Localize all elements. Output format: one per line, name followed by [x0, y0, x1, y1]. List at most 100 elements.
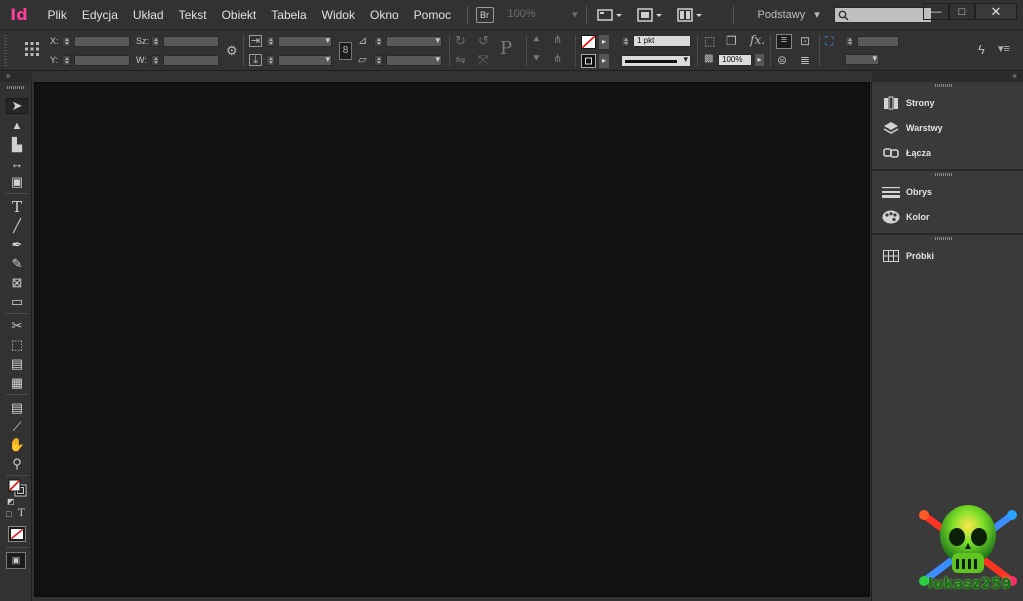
stroke-type-select[interactable]: ▾ [621, 54, 691, 67]
document-canvas[interactable] [34, 82, 870, 597]
menu-pomoc[interactable]: Pomoc [406, 0, 458, 30]
x-stepper[interactable] [62, 36, 71, 47]
free-transform-tool[interactable]: ⬚ [6, 337, 28, 353]
pen-tool[interactable]: ✒ [6, 237, 28, 253]
scissors-tool[interactable]: ✂ [6, 318, 28, 334]
shadow-icon[interactable]: ❐ [726, 35, 737, 47]
select-container-icon[interactable]: ⯅ [532, 35, 541, 46]
select-previous-icon[interactable]: ⋔ [553, 35, 562, 46]
panel-group-grip[interactable] [935, 173, 953, 176]
shear-select[interactable] [386, 54, 442, 66]
corner-size-field[interactable] [857, 36, 899, 47]
corner-shape-select[interactable] [845, 53, 879, 65]
menu-okno[interactable]: Okno [362, 0, 406, 30]
panel-menu-icon[interactable]: ▾≡ [998, 44, 1010, 55]
rotate-stepper[interactable] [374, 36, 383, 47]
rectangle-frame-tool[interactable]: ⊠ [6, 275, 28, 291]
reference-point-icon[interactable] [24, 41, 40, 57]
fill-menu-button[interactable]: ▸ [599, 35, 609, 49]
y-field[interactable] [74, 55, 130, 66]
direct-selection-tool[interactable]: ▲ [6, 118, 28, 134]
link-icon[interactable]: 8 [339, 42, 352, 60]
formatting-affects-container-icon[interactable]: □ [6, 509, 11, 519]
close-button[interactable]: ✕ [975, 3, 1017, 20]
menu-edycja[interactable]: Edycja [74, 0, 125, 30]
rotate-select[interactable] [386, 35, 442, 47]
panel-group-grip[interactable] [935, 84, 953, 87]
rotate-ccw-icon[interactable]: ↺ [478, 34, 489, 47]
workspace-switcher[interactable]: Podstawy ▾ [758, 8, 820, 21]
flip-vertical-icon[interactable]: ⤧ [478, 53, 488, 66]
shear-stepper[interactable] [374, 55, 383, 66]
stroke-weight-stepper[interactable] [621, 36, 630, 47]
y-stepper[interactable] [62, 55, 71, 66]
menu-widok[interactable]: Widok [314, 0, 362, 30]
menu-obiekt[interactable]: Obiekt [214, 0, 264, 30]
scale-x-stepper[interactable] [266, 36, 275, 47]
page-tool[interactable]: ▙ [6, 137, 28, 153]
rectangle-tool[interactable]: ▭ [6, 294, 28, 310]
height-stepper[interactable] [151, 55, 160, 66]
text-wrap-shape-icon[interactable]: ⊜ [777, 54, 787, 66]
hand-tool[interactable]: ✋ [6, 437, 28, 453]
text-wrap-box-icon[interactable]: ⊡ [800, 35, 810, 47]
opacity-field[interactable]: 100% [718, 54, 752, 66]
menu-tabela[interactable]: Tabela [264, 0, 314, 30]
opacity-menu-button[interactable]: ▸ [755, 54, 764, 66]
selection-tool[interactable]: ➤ [6, 98, 28, 114]
menu-tekst[interactable]: Tekst [171, 0, 214, 30]
menu-uklad[interactable]: Układ [125, 0, 171, 30]
panel-probki[interactable]: Próbki [872, 243, 1023, 268]
x-field[interactable] [74, 36, 130, 47]
bridge-button[interactable]: Br [475, 6, 494, 23]
quick-apply-icon[interactable]: ϟ [978, 43, 985, 56]
note-tool[interactable]: ▤ [6, 400, 28, 416]
gradient-swatch-tool[interactable]: ▤ [6, 356, 28, 372]
select-next-icon[interactable]: ⋔ [553, 54, 562, 65]
eyedropper-tool[interactable]: ⟋ [6, 419, 28, 435]
rotate-cw-icon[interactable]: ↻ [455, 34, 466, 47]
select-content-icon[interactable]: ⯆ [532, 54, 541, 65]
type-tool[interactable]: T [6, 198, 28, 216]
stroke-menu-button[interactable]: ▸ [599, 54, 609, 68]
fx-icon[interactable]: fx. [750, 34, 765, 46]
frame-fitting-icon[interactable]: ⛶ [825, 35, 833, 47]
stroke-color-icon[interactable] [581, 54, 596, 68]
panel-lacza[interactable]: Łącza [872, 140, 1023, 165]
panels-collapse-strip[interactable]: « [872, 71, 1023, 82]
flip-horizontal-icon[interactable]: ⇋ [455, 53, 466, 66]
pencil-tool[interactable]: ✎ [6, 256, 28, 272]
scale-y-stepper[interactable] [266, 55, 275, 66]
text-wrap-none-icon[interactable]: ≡ [776, 34, 792, 49]
zoom-tool[interactable]: ⚲ [6, 456, 28, 472]
default-colors-icon[interactable]: ◩ [7, 497, 15, 506]
view-options-button[interactable] [595, 4, 625, 26]
tools-grip[interactable] [6, 86, 25, 89]
gradient-feather-tool[interactable]: ▦ [6, 375, 28, 391]
scale-y-select[interactable] [278, 54, 332, 66]
search-input[interactable] [833, 6, 932, 23]
maximize-button[interactable]: □ [949, 3, 975, 20]
minimize-button[interactable]: — [923, 3, 949, 20]
stroke-weight-field[interactable]: 1 pkt [633, 35, 691, 47]
width-field[interactable] [163, 36, 219, 47]
panel-strony[interactable]: Strony [872, 90, 1023, 115]
panel-warstwy[interactable]: Warstwy [872, 115, 1023, 140]
content-collector-tool[interactable]: ▣ [6, 174, 28, 190]
width-stepper[interactable] [151, 36, 160, 47]
panel-group-grip[interactable] [935, 237, 953, 240]
text-wrap-jump-icon[interactable]: ≣ [800, 54, 810, 66]
corner-stepper[interactable] [845, 36, 854, 47]
zoom-level-select[interactable]: 100% ▾ [508, 8, 578, 21]
height-field[interactable] [163, 55, 219, 66]
drop-shadow-icon[interactable]: ⬚ [704, 35, 715, 47]
constrain-proportions-icon[interactable]: ⚙ [226, 44, 238, 57]
line-tool[interactable]: ╱ [6, 218, 28, 234]
menu-plik[interactable]: Plik [40, 0, 74, 30]
screen-mode-button[interactable] [633, 4, 667, 26]
tools-collapse-strip[interactable]: » [0, 71, 32, 82]
fill-stroke-swatch[interactable] [8, 479, 28, 497]
scale-x-select[interactable] [278, 35, 332, 47]
panel-kolor[interactable]: Kolor [872, 204, 1023, 229]
arrange-documents-button[interactable] [673, 4, 707, 26]
